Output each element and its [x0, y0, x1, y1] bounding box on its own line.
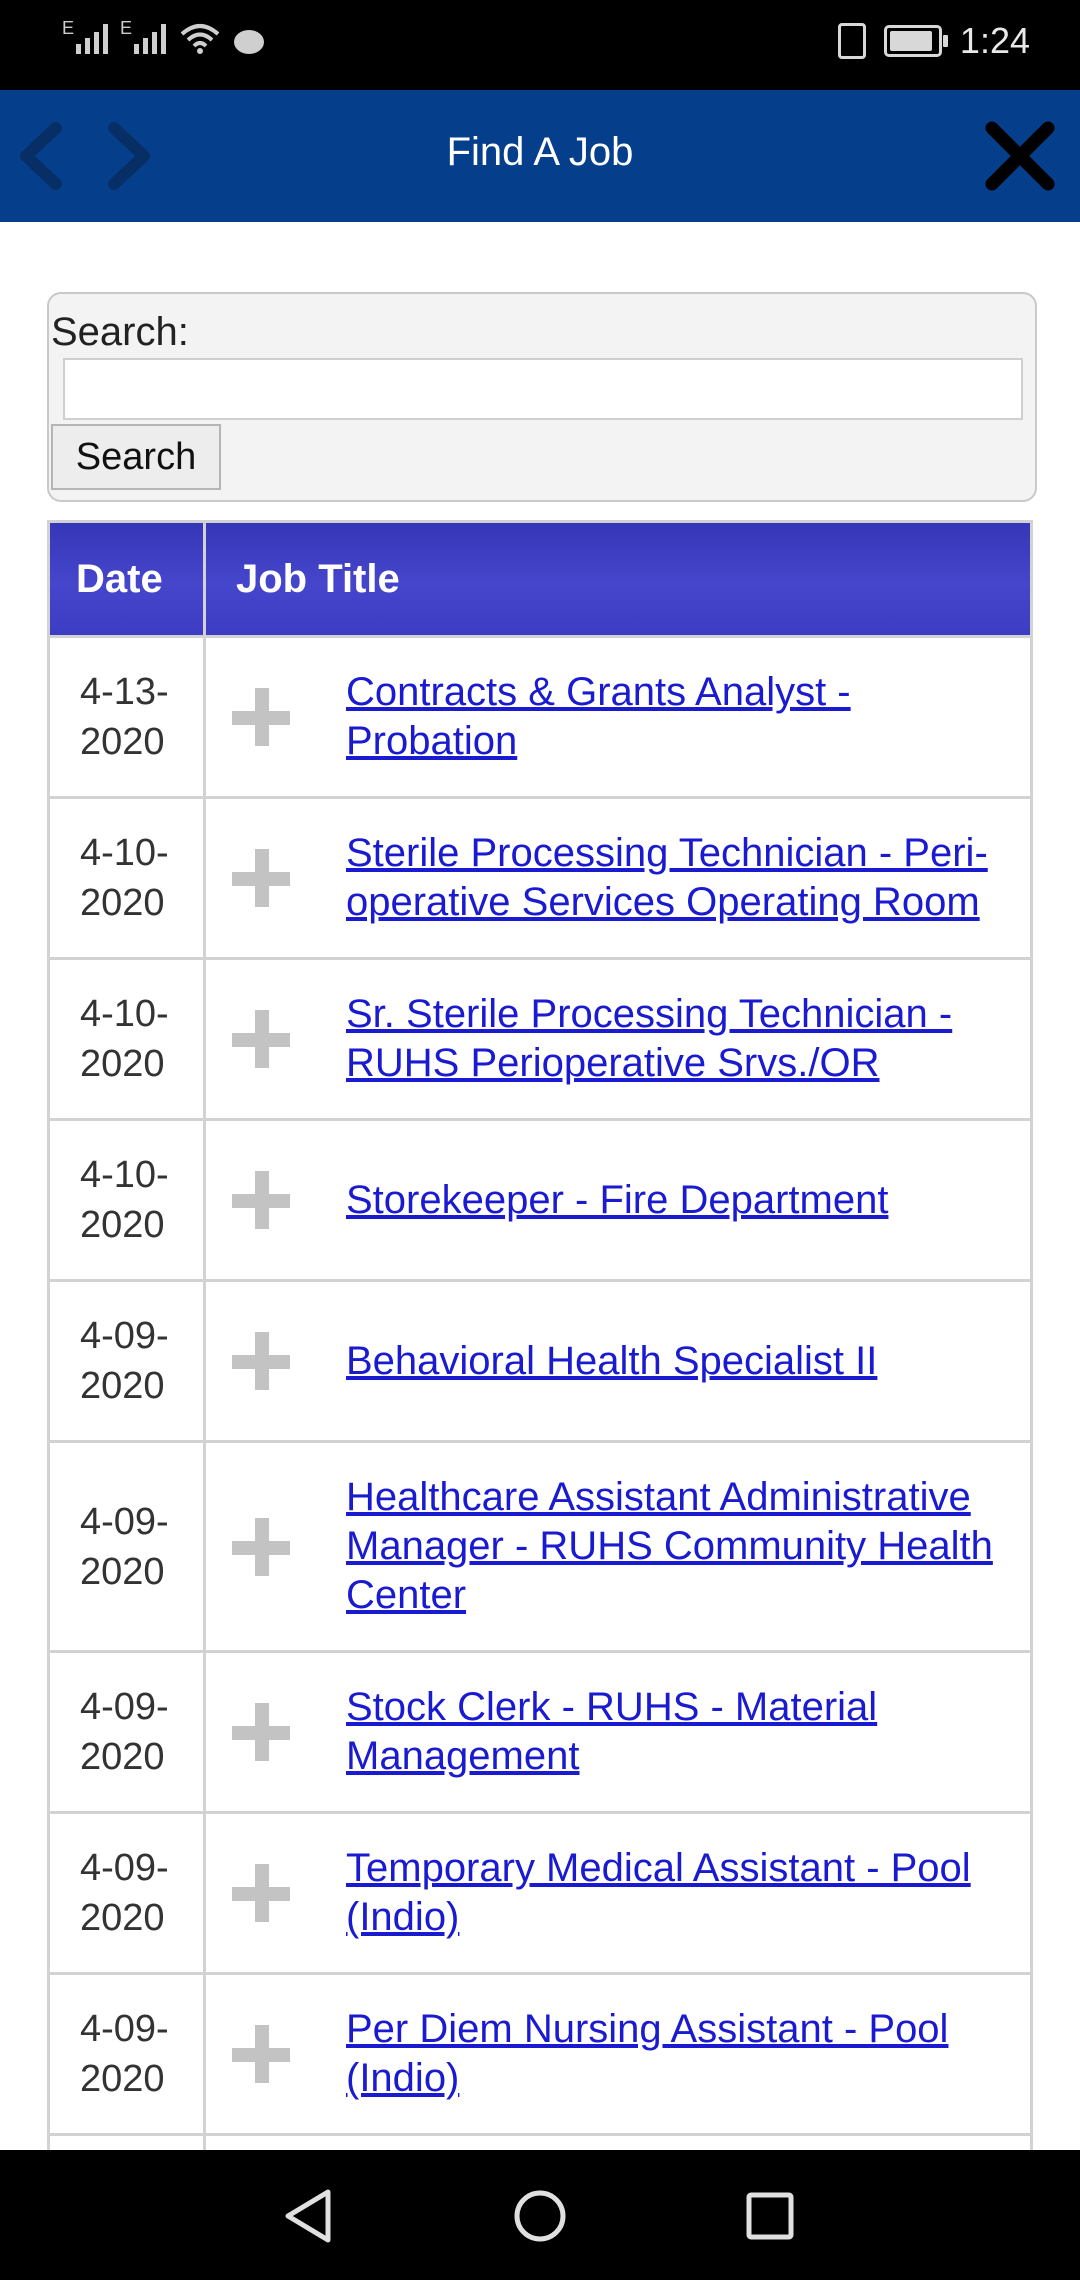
- status-icons-left: E E: [62, 18, 264, 54]
- row-date: 4-09-2020: [50, 1975, 206, 2133]
- status-bar: E E 1:24: [0, 0, 1080, 90]
- jobs-table: Date Job Title 4-13-2020 Contracts & Gra…: [47, 520, 1033, 2150]
- row-title-cell: Sterile Processing Technician - Peri-ope…: [206, 799, 1030, 957]
- column-header-date: Date: [50, 523, 206, 635]
- system-nav-bar: [0, 2150, 1080, 2280]
- signal-icon: E: [62, 18, 108, 54]
- signal-icon: E: [120, 18, 166, 54]
- table-header: Date Job Title: [50, 523, 1030, 635]
- row-title-cell: Healthcare Assistant Administrative Mana…: [206, 1443, 1030, 1650]
- row-title-cell: [206, 2136, 1030, 2150]
- row-title-cell: Per Diem Nursing Assistant - Pool (Indio…: [206, 1975, 1030, 2133]
- job-link[interactable]: Storekeeper - Fire Department: [346, 1176, 888, 1225]
- table-row: 4-09-2020 Stock Clerk - RUHS - Material …: [50, 1650, 1030, 1811]
- row-date: [50, 2136, 206, 2150]
- row-date: 4-09-2020: [50, 1282, 206, 1440]
- plus-icon[interactable]: [226, 2019, 296, 2089]
- table-row: [50, 2133, 1030, 2150]
- row-date: 4-09-2020: [50, 1653, 206, 1811]
- plus-icon[interactable]: [226, 843, 296, 913]
- plus-icon[interactable]: [226, 1326, 296, 1396]
- row-title-cell: Behavioral Health Specialist II: [206, 1282, 1030, 1440]
- table-row: 4-10-2020 Storekeeper - Fire Department: [50, 1118, 1030, 1279]
- plus-icon[interactable]: [226, 1004, 296, 1074]
- vibrate-icon: [837, 23, 866, 59]
- job-link[interactable]: Sterile Processing Technician - Peri-ope…: [346, 829, 1010, 927]
- row-date: 4-10-2020: [50, 960, 206, 1118]
- table-row: 4-13-2020 Contracts & Grants Analyst - P…: [50, 635, 1030, 796]
- row-title-cell: Stock Clerk - RUHS - Material Management: [206, 1653, 1030, 1811]
- plus-icon[interactable]: [226, 682, 296, 752]
- close-icon[interactable]: [982, 118, 1058, 194]
- job-link[interactable]: Healthcare Assistant Administrative Mana…: [346, 1473, 1010, 1620]
- row-date: 4-10-2020: [50, 1121, 206, 1279]
- table-row: 4-09-2020 Healthcare Assistant Administr…: [50, 1440, 1030, 1650]
- plus-icon[interactable]: [226, 1858, 296, 1928]
- plus-icon[interactable]: [226, 1165, 296, 1235]
- table-row: 4-09-2020 Per Diem Nursing Assistant - P…: [50, 1972, 1030, 2133]
- job-link[interactable]: Temporary Medical Assistant - Pool (Indi…: [346, 1844, 1010, 1942]
- search-button[interactable]: Search: [51, 424, 221, 490]
- status-time: 1:24: [959, 20, 1030, 61]
- battery-icon: [883, 25, 948, 57]
- job-link[interactable]: Sr. Sterile Processing Technician - RUHS…: [346, 990, 1010, 1088]
- back-triangle-icon[interactable]: [280, 2186, 340, 2246]
- table-row: 4-10-2020 Sr. Sterile Processing Technic…: [50, 957, 1030, 1118]
- page-title: Find A Job: [446, 130, 634, 174]
- search-input[interactable]: [63, 358, 1023, 420]
- job-link[interactable]: Contracts & Grants Analyst - Probation: [346, 668, 1010, 766]
- column-header-job-title: Job Title: [236, 556, 400, 601]
- plus-icon[interactable]: [226, 1697, 296, 1767]
- row-date: 4-10-2020: [50, 799, 206, 957]
- row-date: 4-09-2020: [50, 1814, 206, 1972]
- app-bar: Find A Job: [0, 90, 1080, 222]
- table-row: 4-09-2020 Behavioral Health Specialist I…: [50, 1279, 1030, 1440]
- row-title-cell: Temporary Medical Assistant - Pool (Indi…: [206, 1814, 1030, 1972]
- table-row: 4-10-2020 Sterile Processing Technician …: [50, 796, 1030, 957]
- row-date: 4-09-2020: [50, 1443, 206, 1650]
- row-title-cell: Storekeeper - Fire Department: [206, 1121, 1030, 1279]
- row-title-cell: Contracts & Grants Analyst - Probation: [206, 638, 1030, 796]
- search-panel: Search: Search: [47, 292, 1037, 502]
- recents-square-icon[interactable]: [740, 2186, 800, 2246]
- home-circle-icon[interactable]: [510, 2186, 570, 2246]
- job-link[interactable]: Stock Clerk - RUHS - Material Management: [346, 1683, 1010, 1781]
- plus-icon[interactable]: [226, 1512, 296, 1582]
- status-icons-right: 1:24: [837, 20, 1030, 62]
- wifi-icon: [180, 24, 220, 54]
- search-label: Search:: [51, 310, 189, 354]
- chat-icon: [234, 30, 264, 54]
- job-link[interactable]: Per Diem Nursing Assistant - Pool (Indio…: [346, 2005, 1010, 2103]
- row-date: 4-13-2020: [50, 638, 206, 796]
- table-row: 4-09-2020 Temporary Medical Assistant - …: [50, 1811, 1030, 1972]
- job-link[interactable]: Behavioral Health Specialist II: [346, 1337, 877, 1386]
- row-title-cell: Sr. Sterile Processing Technician - RUHS…: [206, 960, 1030, 1118]
